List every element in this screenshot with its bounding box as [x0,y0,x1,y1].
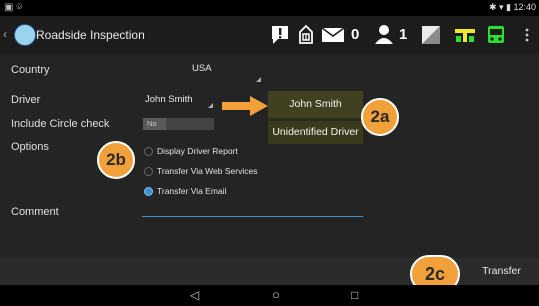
radio-display-driver-report[interactable] [144,147,153,156]
country-dropdown-caret-icon[interactable] [256,77,261,82]
option-display-driver-report[interactable]: Display Driver Report [157,146,238,156]
toggle-state: No [143,118,166,130]
nav-back-icon[interactable]: ◁ [190,288,199,302]
callout-2a: 2a [361,98,399,136]
driver-label: Driver [11,94,41,106]
status-bar: ▣ ⌾ ✱ ▾ ▮ 12:40 [0,0,539,16]
split-square-icon[interactable] [421,24,441,46]
dropdown-option-unidentified-driver[interactable]: Unidentified Driver [268,121,363,144]
overflow-menu-icon[interactable] [524,24,530,46]
back-chevron-icon[interactable]: ‹ [3,27,7,41]
page-title: Roadside Inspection [36,28,145,42]
status-right: ✱ ▾ ▮ 12:40 [489,2,536,13]
user-icon[interactable] [374,24,394,46]
radio-transfer-email[interactable] [144,187,153,196]
option-transfer-web-services[interactable]: Transfer Via Web Services [157,166,257,176]
nav-recents-icon[interactable]: □ [351,288,358,302]
user-count: 1 [399,26,408,43]
driver-dropdown-caret-icon[interactable] [208,103,213,108]
comment-label: Comment [11,206,59,218]
driver-select[interactable]: John Smith [145,94,193,105]
country-label: Country [11,64,50,76]
option-transfer-email[interactable]: Transfer Via Email [157,186,226,196]
nav-home-icon[interactable]: ○ [272,287,280,302]
transfer-button[interactable]: Transfer [464,258,539,285]
circle-check-label: Include Circle check [11,118,110,130]
comment-input-underline[interactable] [142,216,363,217]
dropdown-option-john-smith[interactable]: John Smith [268,91,363,118]
options-label: Options [11,141,49,153]
callout-2b: 2b [97,141,135,179]
notification-icons: ▣ ⌾ [4,2,23,13]
country-select[interactable]: USA [192,63,212,74]
clock: 12:40 [513,2,536,12]
message-count: 0 [351,26,360,43]
radio-transfer-web-services[interactable] [144,167,153,176]
system-status-icons: ✱ ▾ ▮ [488,2,511,12]
alert-icon[interactable] [270,24,290,46]
driver-dropdown-list: John Smith Unidentified Driver [268,91,363,144]
circle-check-toggle[interactable]: No [143,118,214,130]
tools-icon[interactable] [454,24,476,46]
bus-icon[interactable] [486,24,506,46]
action-bar: ‹ Roadside Inspection 0 1 [0,16,539,54]
app-logo-icon[interactable] [14,24,36,46]
inspection-icon[interactable] [296,24,316,46]
mail-icon[interactable] [321,24,345,46]
navigation-bar: ◁ ○ □ [0,285,539,306]
arrow-right-icon [222,96,268,116]
